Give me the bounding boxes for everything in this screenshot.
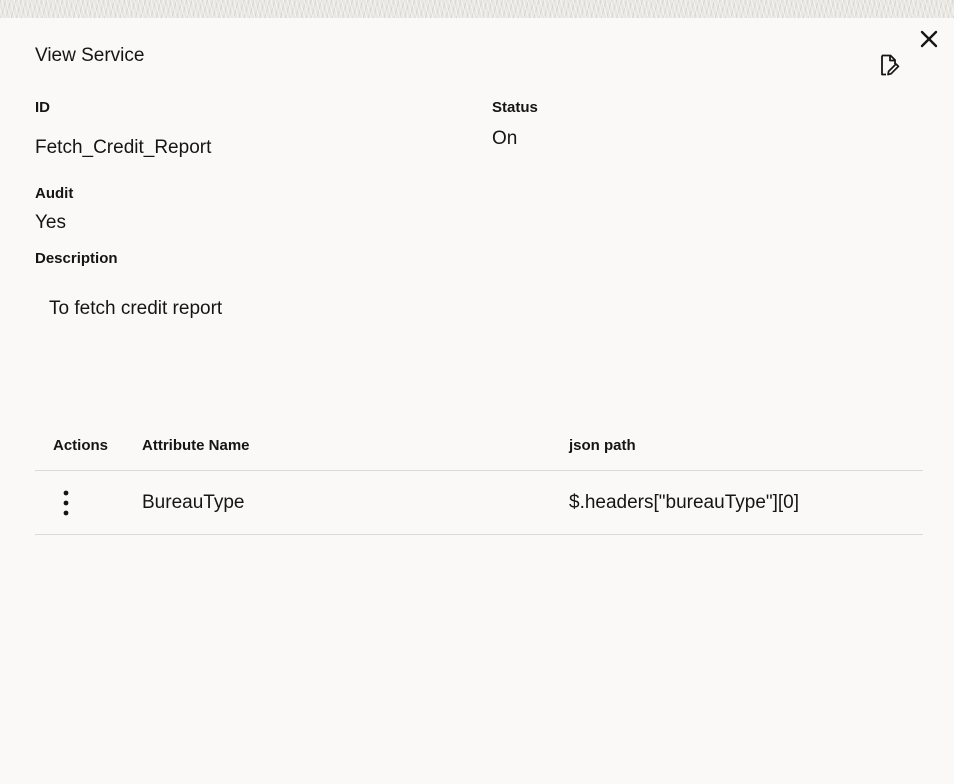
audit-value: Yes (35, 212, 66, 233)
id-label: ID (35, 99, 50, 116)
header-attribute-name: Attribute Name (142, 437, 250, 454)
table-header: Actions Attribute Name json path (35, 424, 923, 471)
id-value: Fetch_Credit_Report (35, 137, 212, 158)
json-path-cell: $.headers["bureauType"][0] (569, 492, 800, 513)
status-value: On (492, 128, 518, 149)
more-vertical-icon (63, 490, 69, 516)
dialog-title: View Service (35, 45, 145, 66)
document-edit-icon (881, 54, 900, 76)
status-label: Status (492, 99, 538, 116)
attribute-name-cell: BureauType (142, 492, 245, 513)
attributes-table: Actions Attribute Name json path BureauT… (35, 424, 923, 535)
header-actions: Actions (53, 437, 109, 454)
view-service-dialog: View Service ID Fetch_Credit_Report Stat… (0, 18, 954, 784)
description-label: Description (35, 250, 118, 267)
header-json-path: json path (569, 437, 636, 454)
close-icon (920, 30, 938, 48)
description-value: To fetch credit report (49, 298, 223, 319)
close-button[interactable] (918, 28, 940, 50)
edit-button[interactable] (877, 53, 901, 77)
row-actions-button[interactable] (55, 488, 77, 518)
table-row: BureauType $.headers["bureauType"][0] (35, 471, 923, 535)
audit-label: Audit (35, 185, 74, 202)
